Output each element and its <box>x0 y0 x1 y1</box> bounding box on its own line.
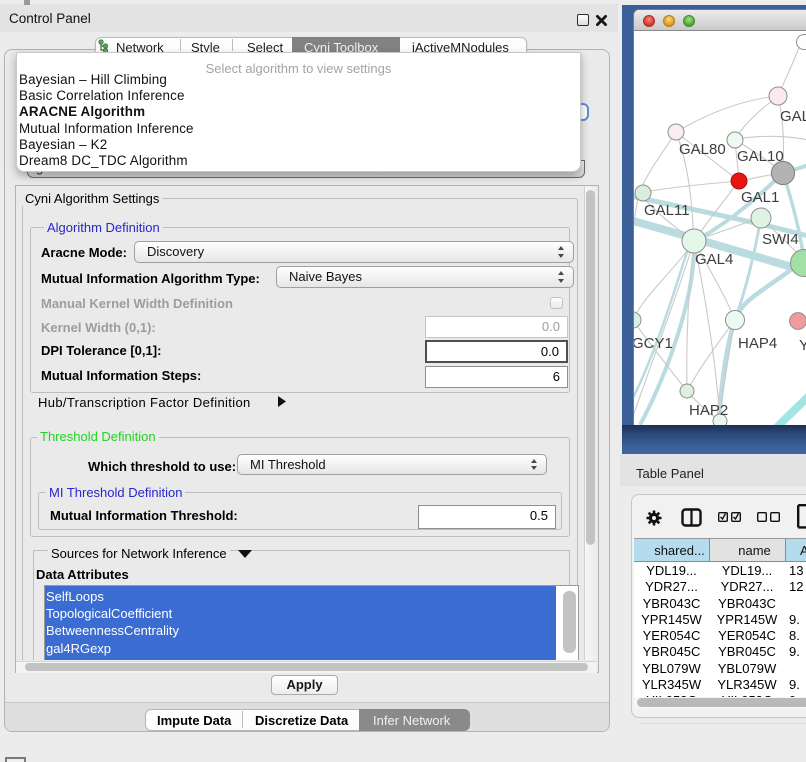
svg-text:GAL11: GAL11 <box>644 202 690 219</box>
svg-text:SWI4: SWI4 <box>762 231 799 248</box>
svg-text:GAL2: GAL2 <box>780 108 806 125</box>
svg-text:GAL1: GAL1 <box>741 189 779 206</box>
svg-text:GAL80: GAL80 <box>679 141 726 158</box>
svg-text:GAL10: GAL10 <box>737 148 784 165</box>
svg-text:GCY1: GCY1 <box>634 335 673 352</box>
svg-text:HAP4: HAP4 <box>738 335 777 352</box>
svg-text:HAP2: HAP2 <box>689 402 728 419</box>
svg-text:Y: Y <box>799 337 806 354</box>
svg-text:GAL4: GAL4 <box>695 251 733 268</box>
